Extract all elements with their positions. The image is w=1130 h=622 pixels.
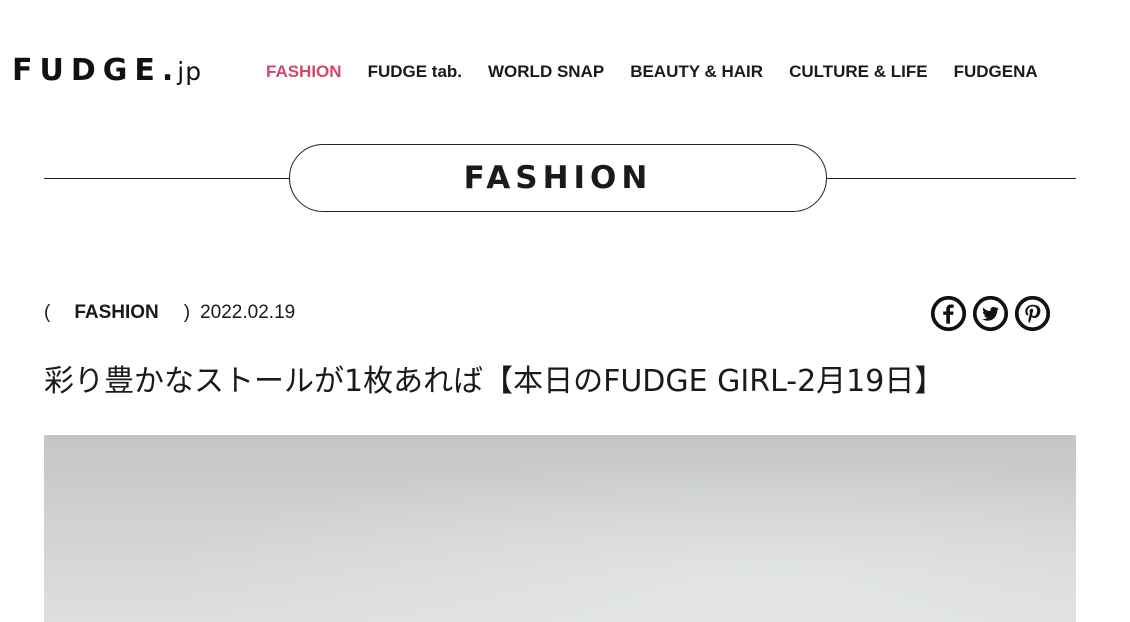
nav-item-beauty-hair[interactable]: BEAUTY & HAIR bbox=[630, 60, 763, 84]
site-header: FUDGE. jp FASHION FUDGE tab. WORLD SNAP … bbox=[0, 0, 1130, 140]
section-pill: FASHION bbox=[289, 144, 827, 212]
logo-suffix-text: jp bbox=[177, 57, 203, 86]
nav-item-fudgena[interactable]: FUDGENA bbox=[954, 60, 1038, 84]
section-title: FASHION bbox=[463, 160, 653, 196]
nav-item-culture-life[interactable]: CULTURE & LIFE bbox=[789, 60, 928, 84]
nav-item-fudge-tab[interactable]: FUDGE tab. bbox=[368, 60, 462, 84]
twitter-icon bbox=[972, 295, 1009, 332]
main-nav: FASHION FUDGE tab. WORLD SNAP BEAUTY & H… bbox=[266, 60, 1064, 84]
article-meta: ( FASHION ) 2022.02.19 bbox=[44, 298, 295, 328]
category-paren-open: ( bbox=[44, 302, 51, 323]
category-paren-close: ) bbox=[183, 302, 191, 323]
section-divider-left bbox=[44, 178, 292, 179]
facebook-share-button[interactable] bbox=[930, 295, 967, 332]
share-buttons bbox=[930, 295, 1056, 332]
nav-item-world-snap[interactable]: WORLD SNAP bbox=[488, 60, 604, 84]
nav-item-fashion[interactable]: FASHION bbox=[266, 60, 342, 84]
article-date: 2022.02.19 bbox=[200, 302, 296, 323]
pinterest-icon bbox=[1014, 295, 1051, 332]
article-title[interactable]: 彩り豊かなストールが1枚あれば【本日のFUDGE GIRL-2月19日】 bbox=[44, 359, 1094, 405]
twitter-share-button[interactable] bbox=[972, 295, 1009, 332]
article-hero-image bbox=[44, 435, 1076, 622]
section-heading: FASHION bbox=[44, 144, 1076, 212]
site-logo[interactable]: FUDGE. jp bbox=[12, 51, 202, 91]
logo-main-text: FUDGE. bbox=[12, 53, 181, 88]
pinterest-share-button[interactable] bbox=[1014, 295, 1051, 332]
section-divider-right bbox=[827, 178, 1076, 179]
article-category-link[interactable]: FASHION bbox=[74, 302, 158, 324]
facebook-icon bbox=[930, 295, 967, 332]
